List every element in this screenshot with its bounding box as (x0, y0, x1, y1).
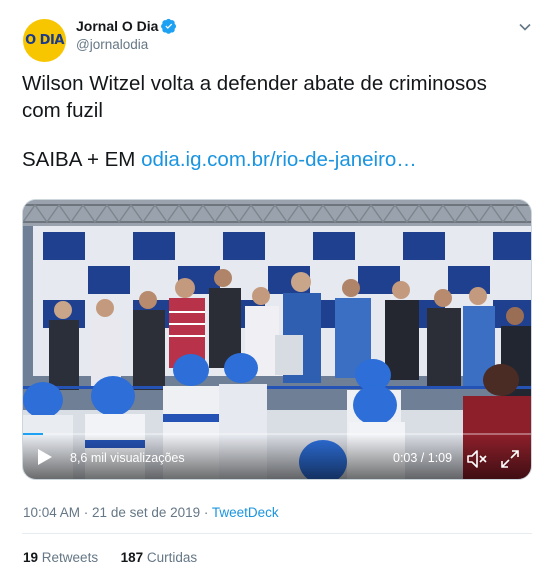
tweet-text-line-1: Wilson Witzel volta a defender abate de … (22, 72, 487, 95)
tweet-link-line: SAIBA + EM odia.ig.com.br/rio-de-janeiro… (22, 146, 522, 173)
author-name-row: Jornal O Dia (76, 18, 177, 34)
chevron-down-icon[interactable] (518, 20, 532, 34)
retweets-stat[interactable]: 19 Retweets (23, 550, 98, 565)
saiba-prefix: SAIBA + EM (22, 148, 142, 171)
mute-icon[interactable] (466, 449, 488, 469)
tweet-card: O DIA Jornal O Dia @jornalodia Wilson Wi… (0, 0, 552, 572)
play-icon[interactable] (37, 448, 53, 466)
tweet-date[interactable]: 21 de set de 2019 (92, 505, 200, 520)
article-link[interactable]: odia.ig.com.br/rio-de-janeiro… (141, 148, 417, 171)
avatar[interactable]: O DIA (23, 19, 66, 62)
verified-badge-icon (161, 18, 177, 34)
retweets-count: 19 (23, 550, 39, 565)
meta-separator: · (80, 505, 93, 520)
author-handle[interactable]: @jornalodia (76, 37, 148, 52)
tweet-time[interactable]: 10:04 AM (23, 505, 80, 520)
meta-separator-2: · (200, 505, 212, 520)
avatar-logo-text: O DIA (25, 33, 64, 48)
author-name[interactable]: Jornal O Dia (76, 18, 158, 34)
likes-label: Curtidas (146, 550, 198, 565)
divider (22, 533, 532, 534)
tweet-text: Wilson Witzel volta a defender abate de … (22, 70, 522, 173)
likes-stat[interactable]: 187 Curtidas (121, 550, 198, 565)
retweets-label: Retweets (41, 550, 99, 565)
video-time: 0:03 / 1:09 (393, 451, 453, 465)
view-count: 8,6 mil visualizações (70, 451, 185, 465)
engagement-stats: 19 Retweets 187 Curtidas (23, 550, 197, 565)
video-player[interactable]: 8,6 mil visualizações 0:03 / 1:09 (22, 199, 532, 480)
fullscreen-icon[interactable] (500, 449, 520, 469)
source-app-link[interactable]: TweetDeck (212, 505, 279, 520)
tweet-text-line-2: com fuzil (22, 99, 103, 122)
likes-count: 187 (120, 550, 144, 565)
tweet-timestamp: 10:04 AM · 21 de set de 2019 · TweetDeck (23, 505, 279, 520)
